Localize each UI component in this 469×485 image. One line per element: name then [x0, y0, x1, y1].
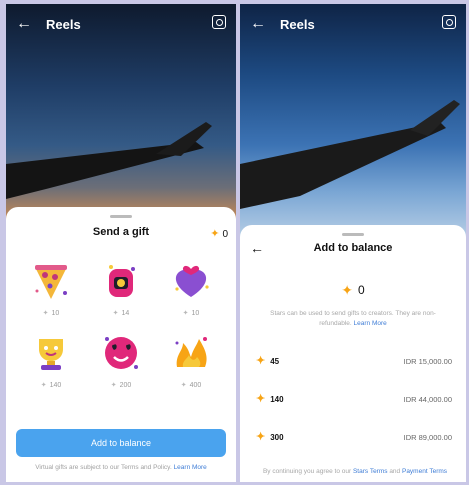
heart-hands-sticker-icon — [109, 265, 135, 297]
star-icon: ✦ — [112, 310, 119, 317]
package-price: IDR 89,000.00 — [403, 432, 452, 442]
heart-eyes-sticker-icon — [105, 337, 138, 369]
camera-icon[interactable] — [442, 15, 456, 29]
terms-and-text: and — [387, 468, 402, 475]
balance-value: 0 — [222, 229, 228, 240]
heart-sticker-icon — [175, 265, 209, 297]
gift-item-heart-hands[interactable]: ✦ 14 — [86, 259, 156, 317]
back-arrow-icon[interactable]: ← — [250, 16, 266, 32]
star-icon: ✦ — [182, 310, 189, 317]
legal-notice: Virtual gifts are subject to our Terms a… — [18, 463, 224, 473]
package-amount-value: 140 — [270, 394, 284, 404]
package-amount-value: 45 — [270, 356, 280, 366]
balance-sheet: ← Add to balance ✦ 0 Stars can be used t… — [240, 225, 466, 482]
gift-item-pizza[interactable]: ✦ 10 — [16, 259, 86, 317]
package-amount: ✦ 300 — [256, 430, 284, 443]
send-gift-screen: ← Reels Send a gift ✦ 0 ✦ 10 ✦ 14 ✦ 10 ✦… — [6, 4, 236, 482]
star-icon: ✦ — [42, 310, 49, 317]
terms-notice: By continuing you agree to our Stars Ter… — [254, 467, 456, 477]
gift-price-value: 10 — [51, 309, 60, 317]
package-amount: ✦ 140 — [256, 392, 284, 405]
gift-item-fire[interactable]: ✦ 400 — [156, 331, 226, 389]
gift-item-heart-eyes[interactable]: ✦ 200 — [86, 331, 156, 389]
package-row[interactable]: ✦ 140 IDR 44,000.00 — [256, 391, 452, 407]
sheet-title: Send a gift — [92, 226, 150, 238]
payment-terms-link[interactable]: Payment Terms — [402, 468, 447, 475]
package-amount: ✦ 45 — [256, 354, 280, 367]
top-bar: ← Reels — [16, 14, 226, 34]
package-price: IDR 44,000.00 — [403, 394, 452, 404]
gift-price: ✦ 400 — [180, 381, 202, 390]
header-title: Reels — [280, 16, 315, 32]
star-icon: ✦ — [256, 430, 266, 443]
add-balance-screen: ← Reels ← Add to balance ✦ 0 Stars can b… — [240, 4, 466, 482]
camera-icon[interactable] — [212, 15, 226, 29]
star-icon: ✦ — [256, 354, 266, 367]
balance-value: 0 — [358, 283, 365, 297]
star-icon: ✦ — [210, 228, 220, 240]
drag-handle[interactable] — [110, 215, 132, 218]
add-to-balance-button[interactable]: Add to balance — [16, 429, 226, 457]
fire-sticker-icon — [175, 337, 207, 367]
learn-more-link[interactable]: Learn More — [174, 464, 207, 471]
back-arrow-icon[interactable]: ← — [250, 241, 264, 255]
balance-indicator: ✦ 0 — [210, 228, 228, 241]
gift-sheet: Send a gift ✦ 0 ✦ 10 ✦ 14 ✦ 10 ✦ 140 ✦ 2… — [6, 207, 236, 482]
gift-item-heart[interactable]: ✦ 10 — [156, 259, 226, 317]
trophy-sticker-icon — [39, 339, 63, 370]
airplane-wing-image — [240, 100, 460, 209]
legal-text: Virtual gifts are subject to our Terms a… — [35, 464, 174, 471]
gift-price: ✦ 14 — [112, 309, 130, 318]
learn-more-link[interactable]: Learn More — [354, 320, 387, 327]
balance-note: Stars can be used to send gifts to creat… — [256, 309, 450, 329]
gift-price: ✦ 200 — [110, 381, 132, 390]
reel-photo — [6, 4, 236, 239]
package-price: IDR 15,000.00 — [403, 356, 452, 366]
gift-price: ✦ 10 — [42, 309, 60, 318]
star-icon: ✦ — [110, 382, 117, 389]
gift-grid: ✦ 10 ✦ 14 ✦ 10 ✦ 140 ✦ 200 ✦ 400 — [16, 259, 226, 389]
gift-price: ✦ 140 — [40, 381, 62, 390]
gift-price-value: 400 — [189, 381, 202, 389]
sheet-title: Add to balance — [313, 242, 393, 254]
gift-price-value: 140 — [49, 381, 62, 389]
star-icon: ✦ — [256, 392, 266, 405]
package-amount-value: 300 — [270, 432, 284, 442]
terms-text: By continuing you agree to our — [262, 468, 353, 475]
gift-item-trophy[interactable]: ✦ 140 — [16, 331, 86, 389]
back-arrow-icon[interactable]: ← — [16, 16, 32, 32]
package-row[interactable]: ✦ 45 IDR 15,000.00 — [256, 353, 452, 369]
reel-photo — [240, 4, 466, 239]
gift-price-value: 14 — [121, 309, 130, 317]
drag-handle[interactable] — [342, 233, 364, 236]
airplane-wing-image — [6, 122, 212, 199]
package-row[interactable]: ✦ 300 IDR 89,000.00 — [256, 429, 452, 445]
stars-terms-link[interactable]: Stars Terms — [353, 468, 388, 475]
header-title: Reels — [46, 16, 81, 32]
gift-price: ✦ 10 — [182, 309, 200, 318]
balance-display: ✦ 0 — [240, 283, 466, 297]
top-bar: ← Reels — [250, 14, 456, 34]
star-icon: ✦ — [40, 382, 47, 389]
star-icon: ✦ — [341, 282, 354, 298]
pizza-sticker-icon — [35, 265, 67, 299]
gift-price-value: 200 — [119, 381, 132, 389]
star-icon: ✦ — [180, 382, 187, 389]
gift-price-value: 10 — [191, 309, 200, 317]
